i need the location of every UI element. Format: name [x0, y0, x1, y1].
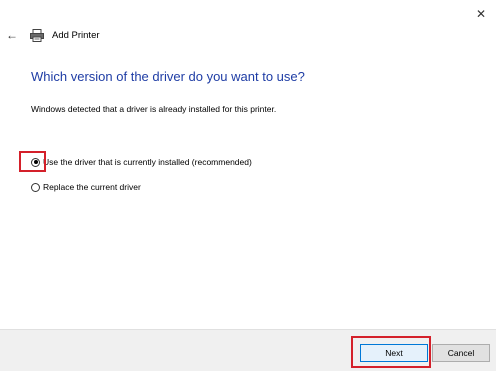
dialog-header: ← Add Printer — [4, 26, 100, 44]
option-label: Use the driver that is currently install… — [43, 157, 252, 167]
cancel-button[interactable]: Cancel — [432, 344, 490, 362]
option-use-current-driver[interactable]: Use the driver that is currently install… — [31, 155, 252, 169]
option-replace-driver[interactable]: Replace the current driver — [31, 180, 141, 194]
description-text: Windows detected that a driver is alread… — [31, 104, 277, 114]
printer-icon — [30, 27, 46, 43]
dialog-title: Add Printer — [52, 29, 100, 41]
radio-button[interactable] — [31, 182, 40, 192]
close-button[interactable]: ✕ — [466, 0, 496, 28]
page-heading: Which version of the driver do you want … — [31, 69, 305, 84]
highlight-box — [351, 336, 431, 368]
close-icon: ✕ — [475, 7, 487, 21]
back-arrow-icon: ← — [6, 28, 18, 42]
highlight-box — [19, 151, 46, 172]
option-label: Replace the current driver — [43, 182, 141, 192]
back-button[interactable]: ← — [4, 27, 20, 43]
add-printer-dialog: ✕ ← Add Printer Which version of the dri… — [0, 0, 496, 371]
